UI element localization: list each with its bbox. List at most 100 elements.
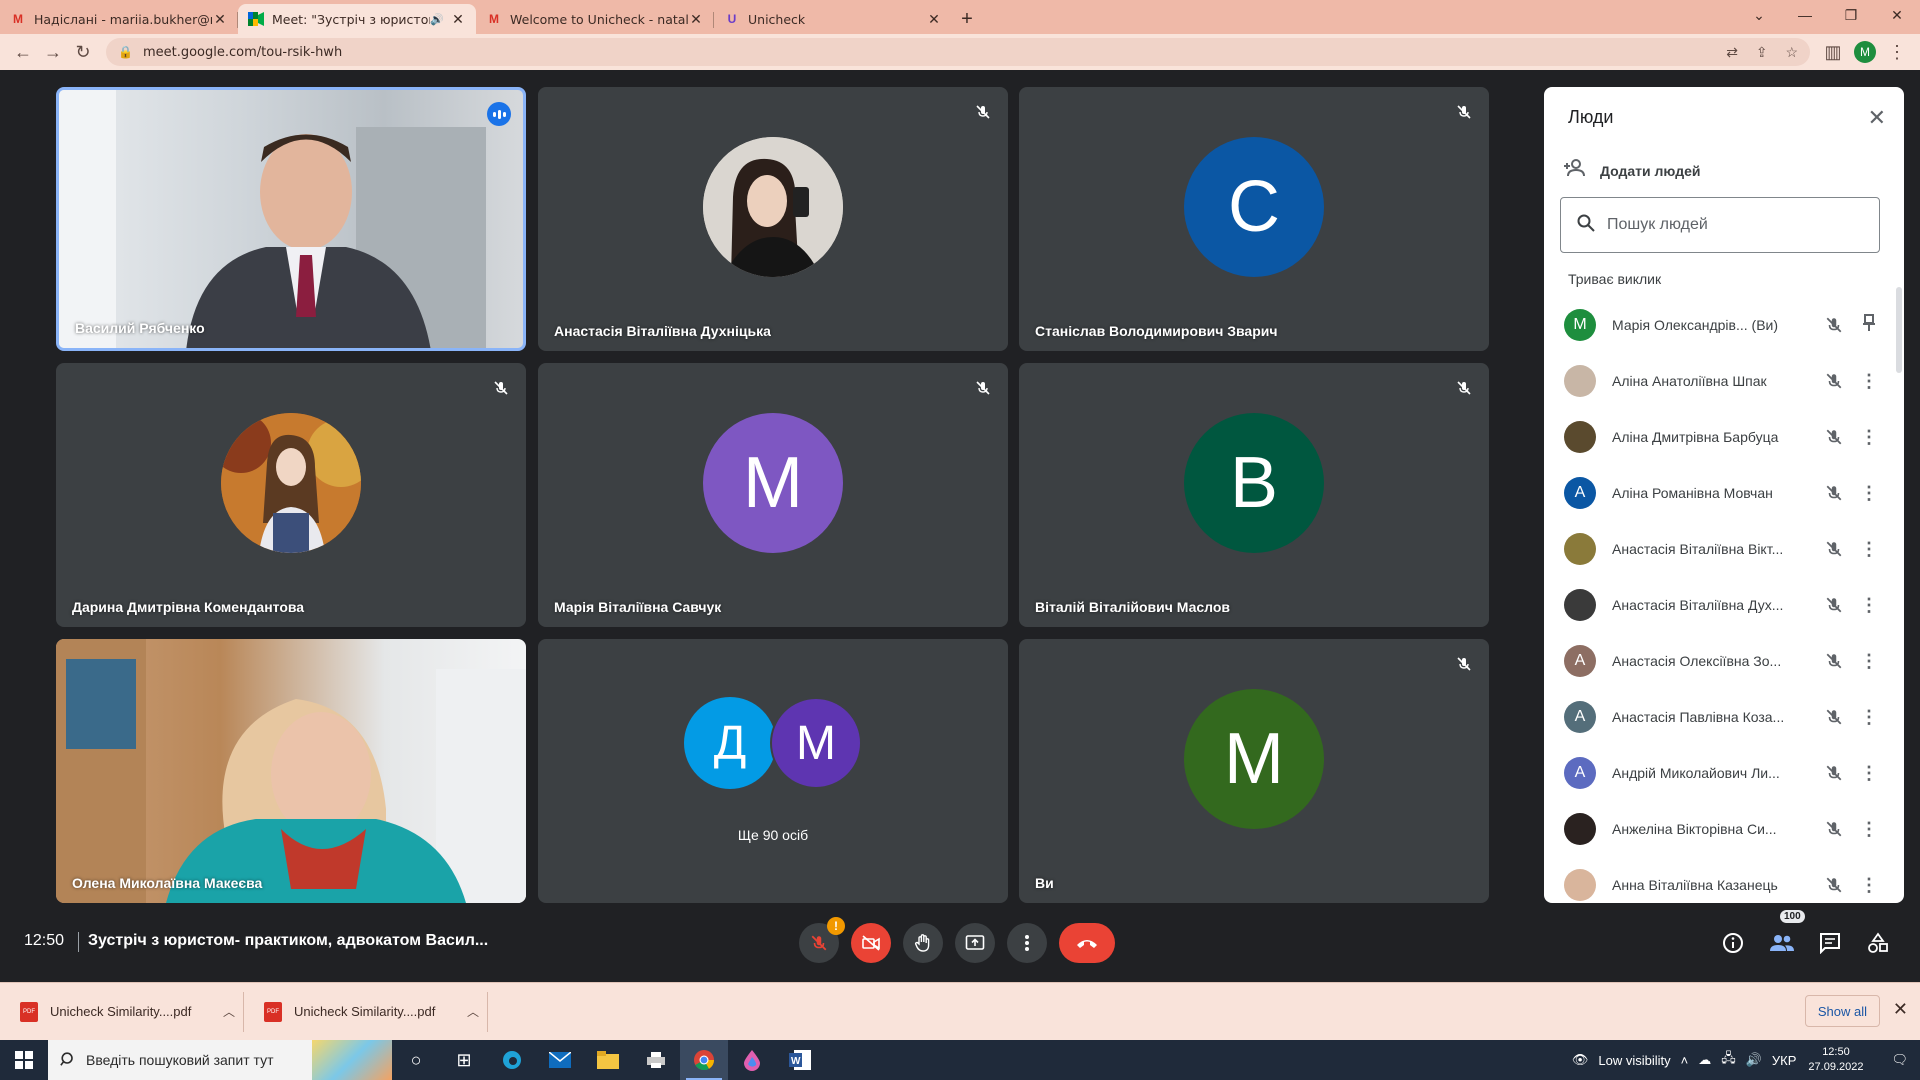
list-item[interactable]: Анна Віталіївна Казанець ⋮ [1544, 857, 1904, 903]
tab-search-icon[interactable]: ⌄ [1736, 0, 1782, 30]
chat-button[interactable] [1816, 929, 1844, 957]
list-item[interactable]: Анастасія Віталіївна Вікт... ⋮ [1544, 521, 1904, 577]
more-participants-tile[interactable]: Д М Ще 90 осіб [538, 639, 1008, 903]
participant-tile[interactable]: В Віталій Віталійович Маслов [1019, 363, 1489, 627]
more-options-icon[interactable]: ⋮ [1854, 539, 1884, 560]
reload-icon[interactable]: ↻ [68, 37, 98, 67]
participant-tile[interactable]: М Марія Віталіївна Савчук [538, 363, 1008, 627]
omnibox[interactable]: 🔒 meet.google.com/tou-rsik-hwh ⇄ ⇪ ☆ [106, 38, 1810, 66]
word-icon[interactable]: W [776, 1040, 824, 1080]
list-item[interactable]: А Аліна Романівна Мовчан ⋮ [1544, 465, 1904, 521]
new-tab-button[interactable]: + [952, 4, 982, 34]
present-screen-button[interactable] [955, 923, 995, 963]
profile-avatar[interactable]: M [1854, 41, 1876, 63]
chevron-up-icon[interactable]: ︿ [467, 1003, 479, 1020]
download-item[interactable]: PDF Unicheck Similarity....pdf ︿ [12, 991, 244, 1032]
network-icon[interactable]: 🖧 [1721, 1049, 1736, 1071]
show-all-downloads-button[interactable]: Show all [1804, 995, 1880, 1027]
more-options-icon[interactable]: ⋮ [1854, 595, 1884, 616]
chrome-menu-icon[interactable]: ⋮ [1882, 37, 1912, 67]
translate-icon[interactable]: ⇄ [1726, 44, 1738, 60]
forward-icon[interactable]: → [38, 37, 68, 67]
more-options-icon[interactable]: ⋮ [1854, 427, 1884, 448]
chrome-icon[interactable] [680, 1040, 728, 1080]
list-item[interactable]: Аліна Анатоліївна Шпак ⋮ [1544, 353, 1904, 409]
more-options-icon[interactable]: ⋮ [1854, 651, 1884, 672]
more-options-icon[interactable]: ⋮ [1854, 707, 1884, 728]
close-window-icon[interactable]: ✕ [1874, 0, 1920, 30]
side-panel-icon[interactable]: ▥ [1818, 37, 1848, 67]
more-options-icon[interactable]: ⋮ [1854, 763, 1884, 784]
search-people-input[interactable] [1607, 216, 1857, 234]
participant-tile[interactable]: Василий Рябченко [56, 87, 526, 351]
participant-tile[interactable]: Дарина Дмитрівна Комендантова [56, 363, 526, 627]
browser-tab-gmail-welcome[interactable]: M Welcome to Unicheck - nataliia.p ✕ [476, 4, 714, 34]
cloud-icon[interactable]: ☁ [1698, 1052, 1711, 1068]
close-icon[interactable]: ✕ [1868, 105, 1886, 131]
task-view-icon[interactable]: ○ [392, 1040, 440, 1080]
pin-icon[interactable] [1854, 313, 1884, 337]
close-tab-icon[interactable]: ✕ [926, 11, 942, 28]
list-item[interactable]: Аліна Дмитрівна Барбуца ⋮ [1544, 409, 1904, 465]
participant-tile[interactable]: Анастасія Віталіївна Духніцька [538, 87, 1008, 351]
browser-tab-unicheck[interactable]: U Unicheck ✕ [714, 4, 952, 34]
self-tile[interactable]: M Ви [1019, 639, 1489, 903]
more-options-icon[interactable]: ⋮ [1854, 483, 1884, 504]
paint-app-icon[interactable] [728, 1040, 776, 1080]
close-tab-icon[interactable]: ✕ [450, 11, 466, 28]
edge-icon[interactable] [488, 1040, 536, 1080]
download-item[interactable]: PDF Unicheck Similarity....pdf ︿ [256, 991, 488, 1032]
list-item[interactable]: А Анастасія Олексіївна Зо... ⋮ [1544, 633, 1904, 689]
list-item[interactable]: А Анастасія Павлівна Коза... ⋮ [1544, 689, 1904, 745]
participant-tile[interactable]: Олена Миколаївна Макеєва [56, 639, 526, 903]
search-people-field[interactable] [1560, 197, 1880, 253]
participant-video [56, 639, 526, 903]
minimize-icon[interactable]: — [1782, 0, 1828, 30]
share-icon[interactable]: ⇪ [1756, 44, 1768, 60]
more-options-icon[interactable]: ⋮ [1854, 371, 1884, 392]
printer-app-icon[interactable] [632, 1040, 680, 1080]
avatar [1564, 869, 1596, 901]
browser-tab-gmail-sent[interactable]: M Надіслані - mariia.bukher@npp. ✕ [0, 4, 238, 34]
browser-tab-meet[interactable]: Meet: "Зустріч з юристом- п 🔊 ✕ [238, 4, 476, 34]
mail-icon[interactable] [536, 1040, 584, 1080]
chevron-up-icon[interactable]: ˄ [1681, 1053, 1689, 1068]
eye-icon[interactable]: 👁 [1572, 1052, 1589, 1068]
back-icon[interactable]: ← [8, 37, 38, 67]
close-tab-icon[interactable]: ✕ [212, 11, 228, 28]
system-clock[interactable]: 12:50 27.09.2022 [1808, 1045, 1863, 1075]
close-icon[interactable]: ✕ [1893, 999, 1908, 1020]
raise-hand-button[interactable] [903, 923, 943, 963]
list-item[interactable]: M Марія Олександрів... (Ви) [1544, 297, 1904, 353]
toggle-camera-button[interactable] [851, 923, 891, 963]
volume-icon[interactable]: 🔊 [1746, 1052, 1762, 1068]
participant-tile[interactable]: С Станіслав Володимирович Зварич [1019, 87, 1489, 351]
chevron-up-icon[interactable]: ︿ [223, 1003, 235, 1020]
people-button[interactable] [1768, 929, 1796, 957]
list-item[interactable]: Анастасія Віталіївна Дух... ⋮ [1544, 577, 1904, 633]
more-options-icon[interactable]: ⋮ [1854, 819, 1884, 840]
close-tab-icon[interactable]: ✕ [688, 11, 704, 28]
more-options-button[interactable] [1007, 923, 1047, 963]
file-explorer-icon[interactable] [584, 1040, 632, 1080]
bookmark-star-icon[interactable]: ☆ [1785, 44, 1798, 60]
meeting-details-button[interactable] [1719, 929, 1747, 957]
list-item[interactable]: Анжеліна Вікторівна Си... ⋮ [1544, 801, 1904, 857]
more-options-icon[interactable]: ⋮ [1854, 875, 1884, 896]
toggle-mic-button[interactable]: ! [799, 917, 845, 963]
panel-scrollbar[interactable] [1896, 287, 1902, 373]
notifications-icon[interactable]: 🗨 [1891, 1052, 1908, 1068]
url-text[interactable]: meet.google.com/tou-rsik-hwh [143, 45, 1712, 60]
speaker-icon[interactable]: 🔊 [430, 13, 444, 26]
language-indicator[interactable]: УКР [1772, 1053, 1797, 1068]
taskbar-search[interactable]: Введіть пошуковий запит тут [48, 1040, 392, 1080]
list-item[interactable]: А Андрій Миколайович Ли... ⋮ [1544, 745, 1904, 801]
activities-button[interactable] [1864, 929, 1892, 957]
restore-icon[interactable]: ❐ [1828, 0, 1874, 30]
leave-call-button[interactable] [1059, 923, 1115, 963]
add-people-button[interactable]: Додати людей [1564, 159, 1700, 182]
lock-icon[interactable]: 🔒 [118, 45, 133, 59]
visibility-label[interactable]: Low visibility [1598, 1053, 1670, 1068]
start-button[interactable] [0, 1040, 48, 1080]
widgets-icon[interactable]: ⊞ [440, 1040, 488, 1080]
